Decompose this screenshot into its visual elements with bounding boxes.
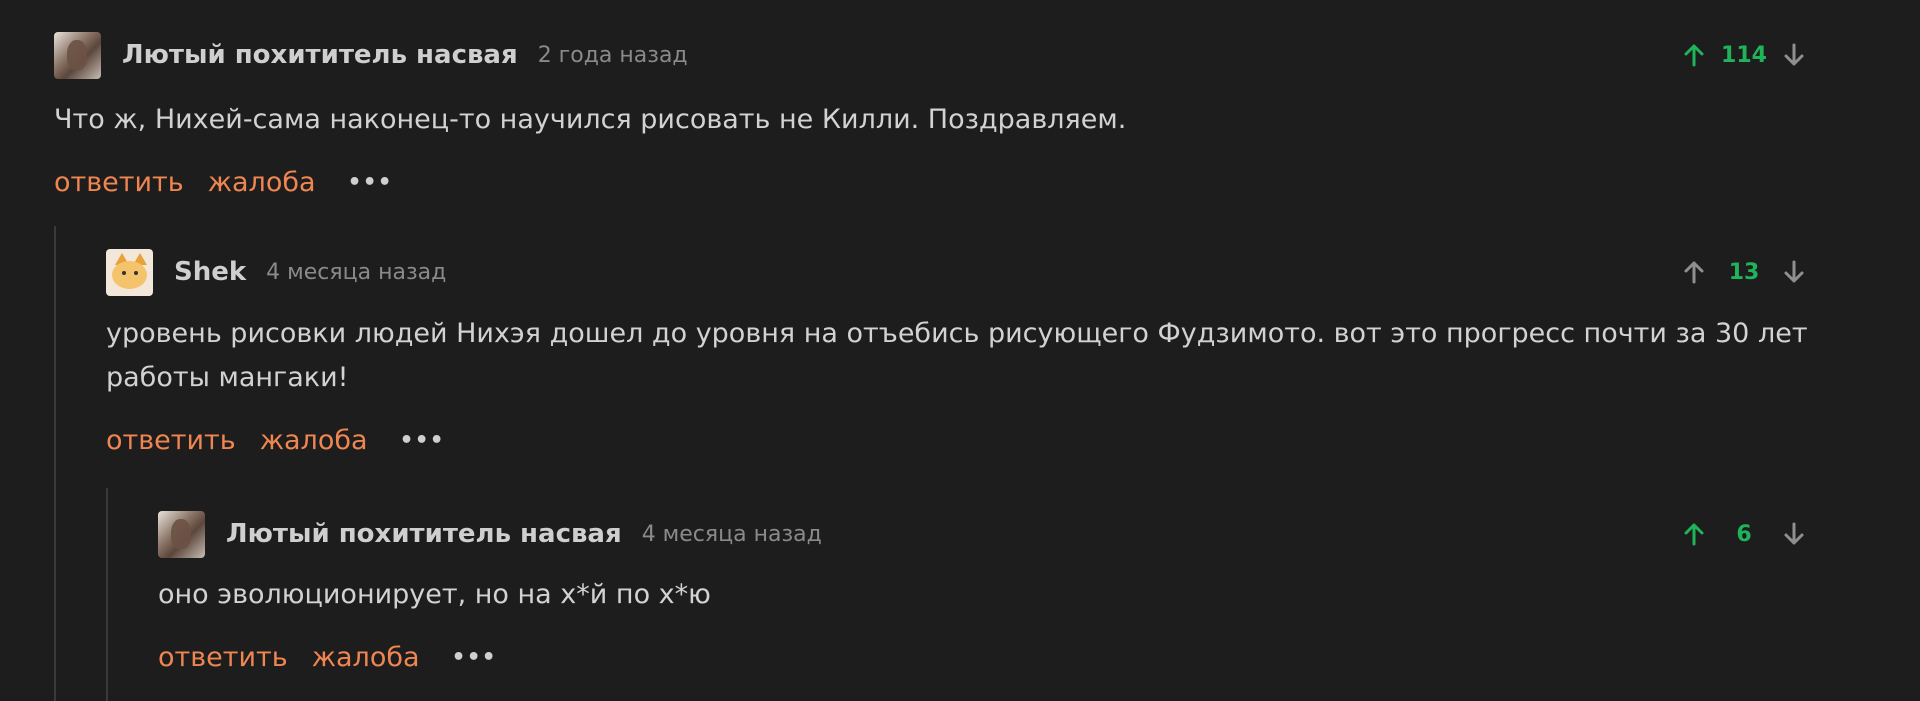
author-name[interactable]: Shek bbox=[174, 257, 246, 287]
more-icon[interactable]: ••• bbox=[452, 645, 497, 670]
downvote-button[interactable] bbox=[1774, 514, 1814, 554]
upvote-button[interactable] bbox=[1674, 514, 1714, 554]
comment: Лютый похититель насвая 2 года назад 114… bbox=[54, 30, 1850, 202]
comment-header: Лютый похититель насвая 4 месяца назад 6 bbox=[158, 509, 1850, 559]
upvote-button[interactable] bbox=[1674, 252, 1714, 292]
thread-line[interactable] bbox=[54, 226, 56, 701]
arrow-down-icon bbox=[1784, 522, 1804, 545]
more-icon[interactable]: ••• bbox=[400, 428, 445, 453]
comment-text: Что ж, Нихей-сама наконец-то научился ри… bbox=[54, 104, 1127, 135]
reply-button[interactable]: ответить bbox=[106, 425, 236, 456]
comment-actions: ответить жалоба ••• bbox=[54, 162, 1850, 202]
comments-thread: Лютый похититель насвая 2 года назад 114… bbox=[0, 0, 1920, 701]
vote-controls: 13 bbox=[1674, 247, 1814, 297]
vote-controls: 114 bbox=[1674, 30, 1814, 80]
thread-line[interactable] bbox=[106, 488, 108, 701]
upvote-button[interactable] bbox=[1674, 35, 1714, 75]
avatar[interactable] bbox=[106, 248, 153, 296]
comment-reply: Shek 4 месяца назад 13 уровень рисовки л… bbox=[106, 247, 1850, 460]
comment-time[interactable]: 4 месяца назад bbox=[266, 260, 446, 285]
reply-button[interactable]: ответить bbox=[158, 642, 288, 673]
avatar[interactable] bbox=[158, 510, 205, 558]
report-button[interactable]: жалоба bbox=[208, 167, 316, 198]
downvote-button[interactable] bbox=[1774, 35, 1814, 75]
arrow-up-icon bbox=[1684, 523, 1704, 546]
score: 114 bbox=[1721, 42, 1767, 68]
author-name[interactable]: Лютый похититель насвая bbox=[122, 40, 518, 70]
comment-time[interactable]: 4 месяца назад bbox=[642, 522, 822, 547]
report-button[interactable]: жалоба bbox=[312, 642, 420, 673]
comment-header: Shek 4 месяца назад 13 bbox=[106, 247, 1850, 297]
arrow-down-icon bbox=[1784, 43, 1804, 66]
comment-header: Лютый похититель насвая 2 года назад 114 bbox=[54, 30, 1850, 80]
downvote-button[interactable] bbox=[1774, 252, 1814, 292]
vote-controls: 6 bbox=[1674, 509, 1814, 559]
comment-actions: ответить жалоба ••• bbox=[106, 420, 1850, 460]
score: 6 bbox=[1736, 521, 1752, 547]
comment-text: оно эволюционирует, но на х*й по х*ю bbox=[158, 579, 711, 610]
reply-button[interactable]: ответить bbox=[54, 167, 184, 198]
score: 13 bbox=[1728, 259, 1760, 285]
more-icon[interactable]: ••• bbox=[348, 170, 393, 195]
avatar[interactable] bbox=[54, 31, 101, 79]
comment-actions: ответить жалоба ••• bbox=[158, 637, 1850, 677]
arrow-down-icon bbox=[1784, 260, 1804, 283]
author-name[interactable]: Лютый похититель насвая bbox=[226, 519, 622, 549]
comment-reply: Лютый похититель насвая 4 месяца назад 6… bbox=[158, 509, 1850, 677]
arrow-up-icon bbox=[1684, 44, 1704, 67]
report-button[interactable]: жалоба bbox=[260, 425, 368, 456]
comment-text: уровень рисовки людей Нихэя дошел до уро… bbox=[106, 318, 1808, 393]
arrow-up-icon bbox=[1684, 261, 1704, 284]
comment-time[interactable]: 2 года назад bbox=[538, 43, 688, 68]
